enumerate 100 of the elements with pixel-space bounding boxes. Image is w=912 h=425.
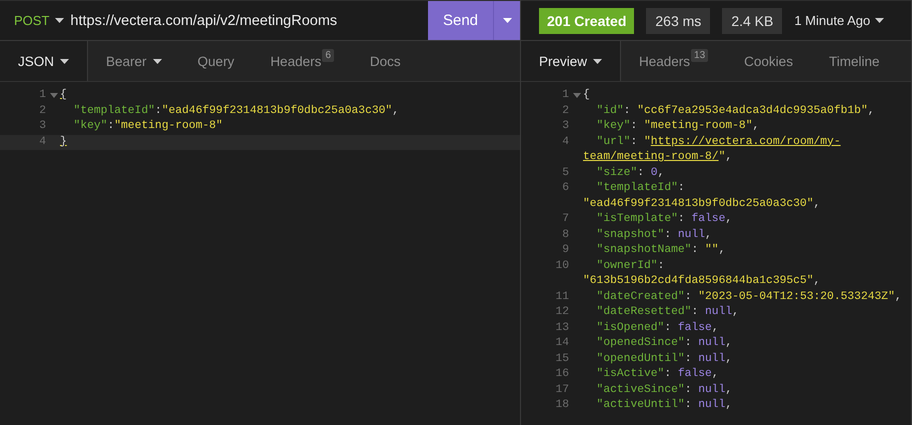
code-token: null [705, 306, 732, 318]
line-number: 7 [562, 212, 569, 227]
line-number: 12 [555, 305, 569, 320]
line-number: 15 [555, 352, 569, 366]
code-token: "templateId" [74, 104, 155, 116]
line-number: 3 [562, 119, 569, 134]
code-token: : [630, 120, 638, 132]
code-token: false [678, 368, 712, 380]
line-number: 8 [562, 228, 569, 242]
code-token: null [678, 228, 706, 240]
method-dropdown[interactable]: POST [0, 13, 64, 28]
code-token: : [630, 136, 638, 148]
tab[interactable]: Timeline [810, 41, 898, 81]
line-number: 1 [562, 88, 569, 103]
code-token: , [718, 244, 726, 256]
line-number: 2 [562, 104, 569, 118]
code-token: : [678, 213, 686, 225]
code-token: "openedSince" [596, 337, 685, 349]
tab[interactable]: Headers $^{6}$ [252, 41, 352, 81]
line-number: 14 [555, 336, 569, 351]
line-number: 4 [39, 134, 46, 150]
code-token: " [644, 136, 651, 148]
code-token: , [725, 399, 732, 411]
code-token: : [664, 368, 672, 380]
code-token: null [698, 337, 726, 349]
fold-caret-icon[interactable] [50, 93, 58, 98]
count-badge: 6 [322, 49, 334, 62]
code-token: : [684, 337, 692, 349]
line-number: 2 [39, 104, 46, 118]
code-token: "meeting-room-8" [644, 120, 752, 132]
code-token: "ownerId" [596, 260, 658, 272]
code-token: "dateResetted" [596, 306, 692, 318]
code-token: "meeting-room-8" [114, 120, 223, 132]
fold-caret-icon[interactable] [573, 93, 581, 98]
response-size: 2.4 KB [722, 8, 782, 34]
line-number: 13 [555, 320, 569, 336]
send-options-button[interactable] [493, 1, 520, 40]
code-token: "id" [596, 104, 624, 116]
code-token: { [583, 89, 590, 101]
code-token: "ead46f99f2314813b9f0dbc25a0a3c30" [162, 104, 392, 116]
caret-icon [875, 18, 884, 23]
code-token: "" [705, 244, 719, 256]
send-button[interactable]: Send [428, 1, 493, 40]
code-token: "dateCreated" [596, 290, 685, 302]
code-token: : [684, 399, 692, 411]
tab[interactable]: Bearer [88, 41, 180, 81]
code-token: "activeUntil" [596, 399, 685, 411]
code-token: "isTemplate" [596, 213, 678, 225]
code-token: , [725, 151, 732, 163]
code-token: : [684, 384, 692, 396]
code-token: : [154, 104, 162, 116]
url-link[interactable]: https://vectera.com/room/my- [650, 136, 841, 148]
code-token: : [664, 322, 672, 334]
code-token: , [658, 166, 664, 178]
code-token: "isActive" [596, 368, 664, 380]
code-token: "templateId" [596, 182, 678, 194]
tab[interactable]: Preview [521, 41, 622, 81]
code-token: "url" [596, 136, 630, 148]
caret-icon [55, 18, 64, 23]
code-token: , [868, 104, 875, 116]
code-token: "key" [596, 120, 630, 132]
code-token: , [725, 384, 732, 396]
tab[interactable]: JSON [0, 41, 88, 81]
code-token: "size" [596, 166, 638, 178]
code-token: , [732, 306, 739, 318]
status-badge: 201 Created [539, 8, 634, 34]
code-token: , [725, 352, 732, 364]
tab[interactable]: Docs [352, 41, 419, 81]
tab[interactable]: Headers $^{13}$ [621, 41, 726, 81]
code-token: "snapshotName" [596, 244, 692, 256]
line-number: 5 [562, 166, 569, 180]
code-token: , [725, 337, 732, 349]
caret-icon [502, 18, 512, 23]
code-token: "snapshot" [596, 228, 664, 240]
code-token: null [698, 399, 726, 411]
line-number: 3 [39, 119, 46, 134]
code-token: "cc6f7ea2953e4adca3d4dc9935a0fb1b" [637, 104, 868, 116]
tab[interactable]: Query [180, 41, 252, 81]
line-number: 4 [562, 134, 569, 150]
line-number: 17 [555, 382, 569, 398]
tab[interactable]: Cookies [726, 41, 811, 81]
url-link[interactable]: team/meeting-room-8/ [583, 151, 719, 163]
code-token: : [107, 120, 114, 132]
code-token: : [684, 352, 692, 364]
line-number: 16 [555, 367, 569, 382]
code-token: , [814, 198, 820, 210]
code-token: , [814, 275, 820, 287]
response-time: 263 ms [646, 8, 710, 34]
history-dropdown[interactable]: 1 Minute Ago [794, 13, 884, 28]
count-badge: 13 [691, 49, 708, 62]
code-token: null [698, 352, 726, 364]
code-token: : [637, 166, 646, 178]
code-token: : [664, 228, 672, 240]
url-field[interactable]: https://vectera.com/api/v2/meetingRooms [64, 12, 428, 28]
line-number: 11 [555, 290, 569, 304]
code-token: , [705, 228, 712, 240]
line-number: 9 [562, 243, 569, 258]
line-number: 6 [562, 181, 569, 196]
code-token: : [684, 290, 692, 302]
code-token: false [678, 322, 712, 334]
